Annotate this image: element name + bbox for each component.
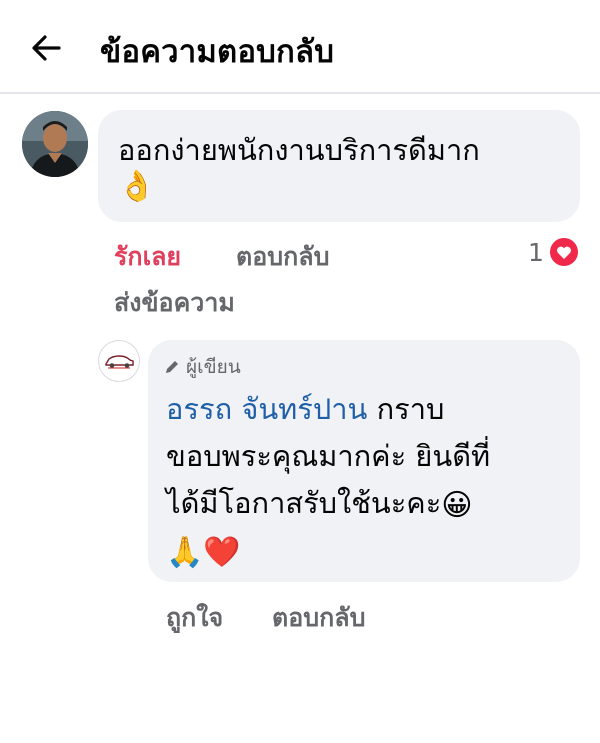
car-logo-icon	[105, 355, 134, 369]
page-title: ข้อความตอบกลับ	[100, 34, 335, 70]
reaction-count[interactable]: 1	[528, 236, 580, 268]
reply-bubble: ผู้เขียน อรรถ จันทร์ปาน กราบ ขอบพระคุณมา…	[148, 340, 580, 582]
reaction-count-value: 1	[528, 237, 544, 267]
reply-text: อรรถ จันทร์ปาน กราบ ขอบพระคุณมากค่ะ ยินด…	[166, 386, 566, 574]
reply-to-reply-button[interactable]: ตอบกลับ	[272, 598, 365, 638]
author-badge: ผู้เขียน	[164, 352, 241, 382]
author-badge-label: ผู้เขียน	[186, 356, 241, 378]
folded-hands-emoji: 🙏	[166, 535, 204, 570]
person-photo-icon	[22, 111, 88, 177]
like-button[interactable]: ถูกใจ	[166, 598, 223, 638]
commenter-avatar[interactable]	[22, 111, 88, 177]
ok-hand-emoji: 👌	[118, 169, 156, 204]
pencil-icon	[166, 361, 178, 373]
comment-text: ออกง่ายพนักงานบริการดีมาก	[118, 133, 480, 167]
comment-bubble: ออกง่ายพนักงานบริการดีมาก 👌	[98, 110, 580, 222]
back-button[interactable]	[26, 28, 66, 68]
mentioned-user-link[interactable]: อรรถ จันทร์ปาน	[166, 392, 367, 426]
header-bar: ข้อความตอบกลับ	[0, 0, 600, 94]
page-author-avatar[interactable]	[98, 340, 140, 382]
love-reaction-button[interactable]: รักเลย	[114, 237, 181, 277]
reply-line3-text: ได้มีโอกาสรับใช้นะคะ	[166, 486, 442, 520]
reply-button[interactable]: ตอบกลับ	[236, 237, 329, 277]
arrow-left-icon	[32, 35, 61, 61]
red-heart-emoji: ❤️	[203, 535, 241, 570]
reply-line1-text: กราบ	[367, 392, 445, 426]
grinning-face-emoji: 😀	[441, 488, 473, 523]
reply-line2-text: ขอบพระคุณมากค่ะ ยินดีที่	[166, 439, 491, 473]
heart-reaction-icon	[547, 236, 580, 268]
send-message-button[interactable]: ส่งข้อความ	[114, 283, 235, 323]
